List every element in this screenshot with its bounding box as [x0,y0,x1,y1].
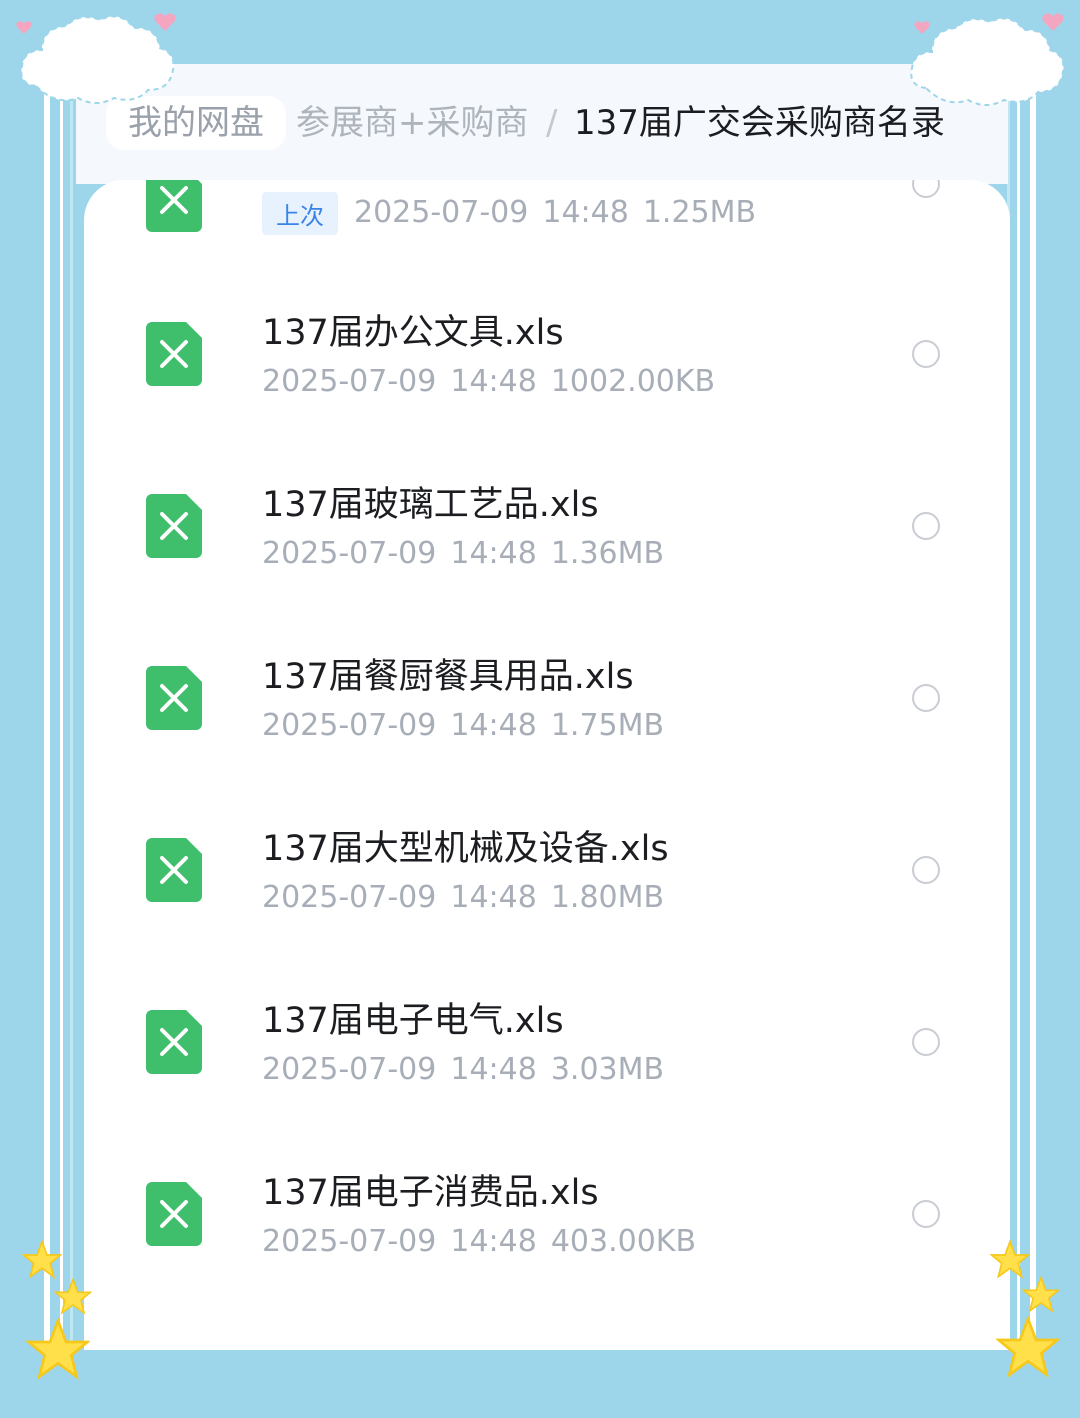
heart-icon [1042,13,1064,31]
excel-file-icon [146,1182,202,1246]
file-meta: 2025-07-09 14:48 1.75MB [262,708,664,743]
file-name: 137届电子电气.xls [262,1001,564,1041]
file-row[interactable]: 137届玻璃工艺品.xls 2025-07-09 14:48 1.36MB [84,438,1010,610]
frame-stripe [60,90,63,1348]
file-name: 137届电子消费品.xls [262,1173,599,1213]
star-icon [22,1240,62,1279]
file-name: 137届办公文具.xls [262,313,564,353]
star-icon [996,1316,1060,1378]
star-icon [26,1318,90,1380]
file-row[interactable]: 上次 2025-07-09 14:48 1.25MB [84,180,1010,266]
bottom-frame [0,1350,1080,1418]
excel-file-icon [146,494,202,558]
file-meta: 上次 2025-07-09 14:48 1.25MB [262,192,756,235]
file-size: 1.36MB [550,536,665,571]
radio-circle-icon[interactable] [912,180,940,198]
frame-stripe [1030,90,1036,1348]
file-row[interactable]: 137届电子消费品.xls 2025-07-09 14:48 403.00KB [84,1126,1010,1298]
file-row[interactable]: 137届办公文具.xls 2025-07-09 14:48 1002.00KB [84,266,1010,438]
frame-stripe [70,90,73,1348]
star-icon [990,1240,1030,1279]
star-icon [54,1278,92,1315]
file-size: 1002.00KB [550,364,716,399]
radio-circle-icon[interactable] [912,856,940,884]
file-name: 137届玻璃工艺品.xls [262,485,599,525]
file-date: 2025-07-09 [354,195,529,230]
radio-circle-icon[interactable] [912,1028,940,1056]
file-size: 403.00KB [550,1224,697,1259]
file-meta: 2025-07-09 14:48 403.00KB [262,1224,696,1259]
heart-icon [914,21,930,35]
file-date: 2025-07-09 [262,708,437,743]
file-name: 137届餐厨餐具用品.xls [262,657,634,697]
file-date: 2025-07-09 [262,536,437,571]
excel-file-icon [146,838,202,902]
excel-file-icon [146,1010,202,1074]
file-row[interactable]: 137届餐厨餐具用品.xls 2025-07-09 14:48 1.75MB [84,610,1010,782]
file-time: 14:48 [450,880,537,915]
file-meta: 2025-07-09 14:48 1002.00KB [262,364,715,399]
excel-file-icon [146,322,202,386]
excel-file-icon [146,180,202,232]
file-date: 2025-07-09 [262,364,437,399]
heart-icon [16,21,32,35]
file-meta: 2025-07-09 14:48 1.80MB [262,880,664,915]
file-size: 1.25MB [642,195,757,230]
file-date: 2025-07-09 [262,880,437,915]
excel-file-icon [146,666,202,730]
file-row[interactable]: 137届大型机械及设备.xls 2025-07-09 14:48 1.80MB [84,782,1010,954]
file-row[interactable]: 137届电子电气.xls 2025-07-09 14:48 3.03MB [84,954,1010,1126]
radio-circle-icon[interactable] [912,1200,940,1228]
breadcrumb-separator: / [546,103,558,143]
star-icon [1022,1276,1060,1313]
file-time: 14:48 [450,1224,537,1259]
last-opened-badge: 上次 [262,192,338,235]
breadcrumb-current-folder: 137届广交会采购商名录 [574,103,945,143]
frame-stripe [1017,90,1020,1348]
breadcrumb-parent-folder[interactable]: 参展商+采购商 [296,100,529,146]
radio-circle-icon[interactable] [912,512,940,540]
radio-circle-icon[interactable] [912,340,940,368]
file-date: 2025-07-09 [262,1224,437,1259]
file-size: 3.03MB [550,1052,665,1087]
file-size: 1.75MB [550,708,665,743]
file-date: 2025-07-09 [262,1052,437,1087]
file-time: 14:48 [450,708,537,743]
radio-circle-icon[interactable] [912,684,940,712]
file-name: 137届大型机械及设备.xls [262,829,669,869]
file-time: 14:48 [542,195,629,230]
file-time: 14:48 [450,536,537,571]
file-meta: 2025-07-09 14:48 1.36MB [262,536,664,571]
file-time: 14:48 [450,1052,537,1087]
frame-stripe [44,90,50,1348]
file-meta: 2025-07-09 14:48 3.03MB [262,1052,664,1087]
file-time: 14:48 [450,364,537,399]
file-list: 上次 2025-07-09 14:48 1.25MB 137届办公文具.xls 202… [84,180,1010,1350]
heart-icon [154,13,176,31]
file-size: 1.80MB [550,880,665,915]
